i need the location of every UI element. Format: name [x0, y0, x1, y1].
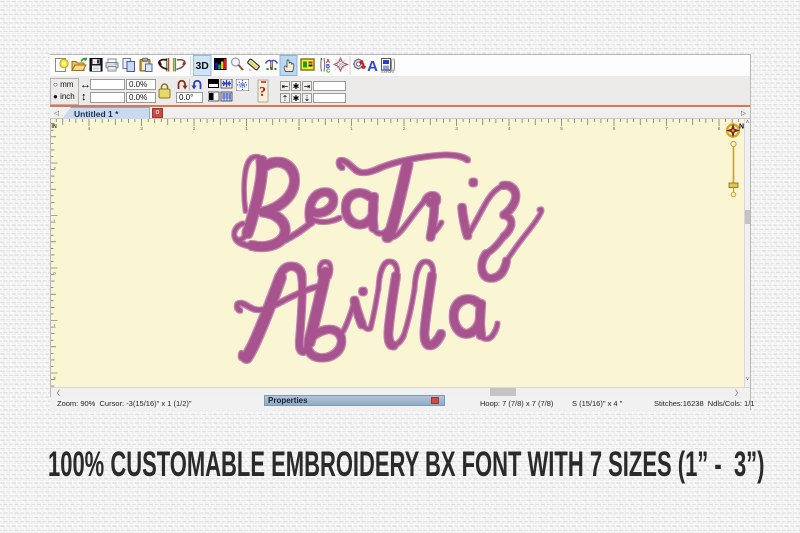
svg-text:7: 7 — [665, 126, 668, 131]
svg-text:3: 3 — [140, 126, 143, 131]
svg-text:1: 1 — [53, 219, 56, 224]
svg-text:2: 2 — [53, 376, 56, 381]
svg-text:1: 1 — [53, 324, 56, 329]
svg-text:1: 1 — [245, 126, 248, 131]
svg-text:?: ? — [259, 85, 266, 100]
svg-text:0: 0 — [298, 126, 301, 131]
svg-text:6: 6 — [613, 126, 616, 131]
svg-text:EXPORT: EXPORT — [382, 70, 395, 74]
svg-text:A: A — [367, 58, 378, 75]
svg-text:C: C — [326, 69, 330, 75]
svg-text:4: 4 — [508, 126, 511, 131]
svg-text:2: 2 — [53, 166, 56, 171]
svg-text:4: 4 — [88, 126, 91, 131]
svg-text:3: 3 — [455, 126, 458, 131]
svg-text:IN: IN — [52, 124, 57, 130]
svg-text:2: 2 — [193, 126, 196, 131]
svg-text:0: 0 — [53, 271, 56, 276]
svg-text:2: 2 — [403, 126, 406, 131]
svg-text:1: 1 — [350, 126, 353, 131]
svg-text:8: 8 — [718, 126, 721, 131]
svg-text:3D: 3D — [195, 60, 209, 72]
svg-text:5: 5 — [560, 126, 563, 131]
